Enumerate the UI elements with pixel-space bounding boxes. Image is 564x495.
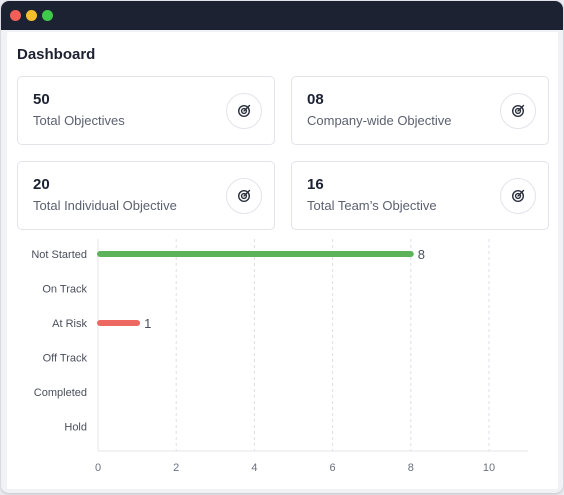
target-icon [237,189,251,203]
stat-value: 08 [307,91,324,108]
stat-value: 20 [33,176,50,193]
close-window-button[interactable] [10,10,21,21]
category-label: On Track [42,284,87,296]
page-title: Dashboard [17,46,96,63]
category-label: At Risk [52,318,87,330]
x-tick-label: 0 [95,462,101,474]
stat-label: Total Team’s Objective [307,198,437,213]
x-tick-label: 8 [408,462,414,474]
stat-card-team: 16 Total Team’s Objective [291,161,549,230]
stat-card-total-objectives: 50 Total Objectives [17,76,275,145]
stat-label: Total Objectives [33,113,125,128]
x-tick-label: 6 [330,462,336,474]
target-icon-button[interactable] [226,93,262,129]
dashboard-panel: Dashboard 50 Total Objectives 08 Company… [7,32,558,489]
x-tick-label: 4 [251,462,257,474]
target-icon [237,104,251,118]
x-tick-label: 10 [483,462,495,474]
stat-value: 16 [307,176,324,193]
target-icon-button[interactable] [226,178,262,214]
target-icon [511,104,525,118]
stat-value: 50 [33,91,50,108]
target-icon [511,189,525,203]
category-label: Off Track [43,353,88,365]
title-bar [1,1,563,30]
stat-label: Company-wide Objective [307,113,452,128]
target-icon-button[interactable] [500,178,536,214]
stat-card-company-wide: 08 Company-wide Objective [291,76,549,145]
target-icon-button[interactable] [500,93,536,129]
maximize-window-button[interactable] [42,10,53,21]
stat-card-individual: 20 Total Individual Objective [17,161,275,230]
x-tick-label: 2 [173,462,179,474]
minimize-window-button[interactable] [26,10,37,21]
status-bar-chart: 0 2 4 6 8 10 Not Started 8 On Track At Risk 1 Off T… [31,239,528,474]
category-label: Not Started [31,249,87,261]
value-label: 1 [144,316,151,331]
app-window: Dashboard 50 Total Objectives 08 Company… [1,1,563,493]
value-label: 8 [418,247,425,262]
stat-label: Total Individual Objective [33,198,177,213]
category-label: Hold [64,422,87,434]
category-label: Completed [34,387,87,399]
